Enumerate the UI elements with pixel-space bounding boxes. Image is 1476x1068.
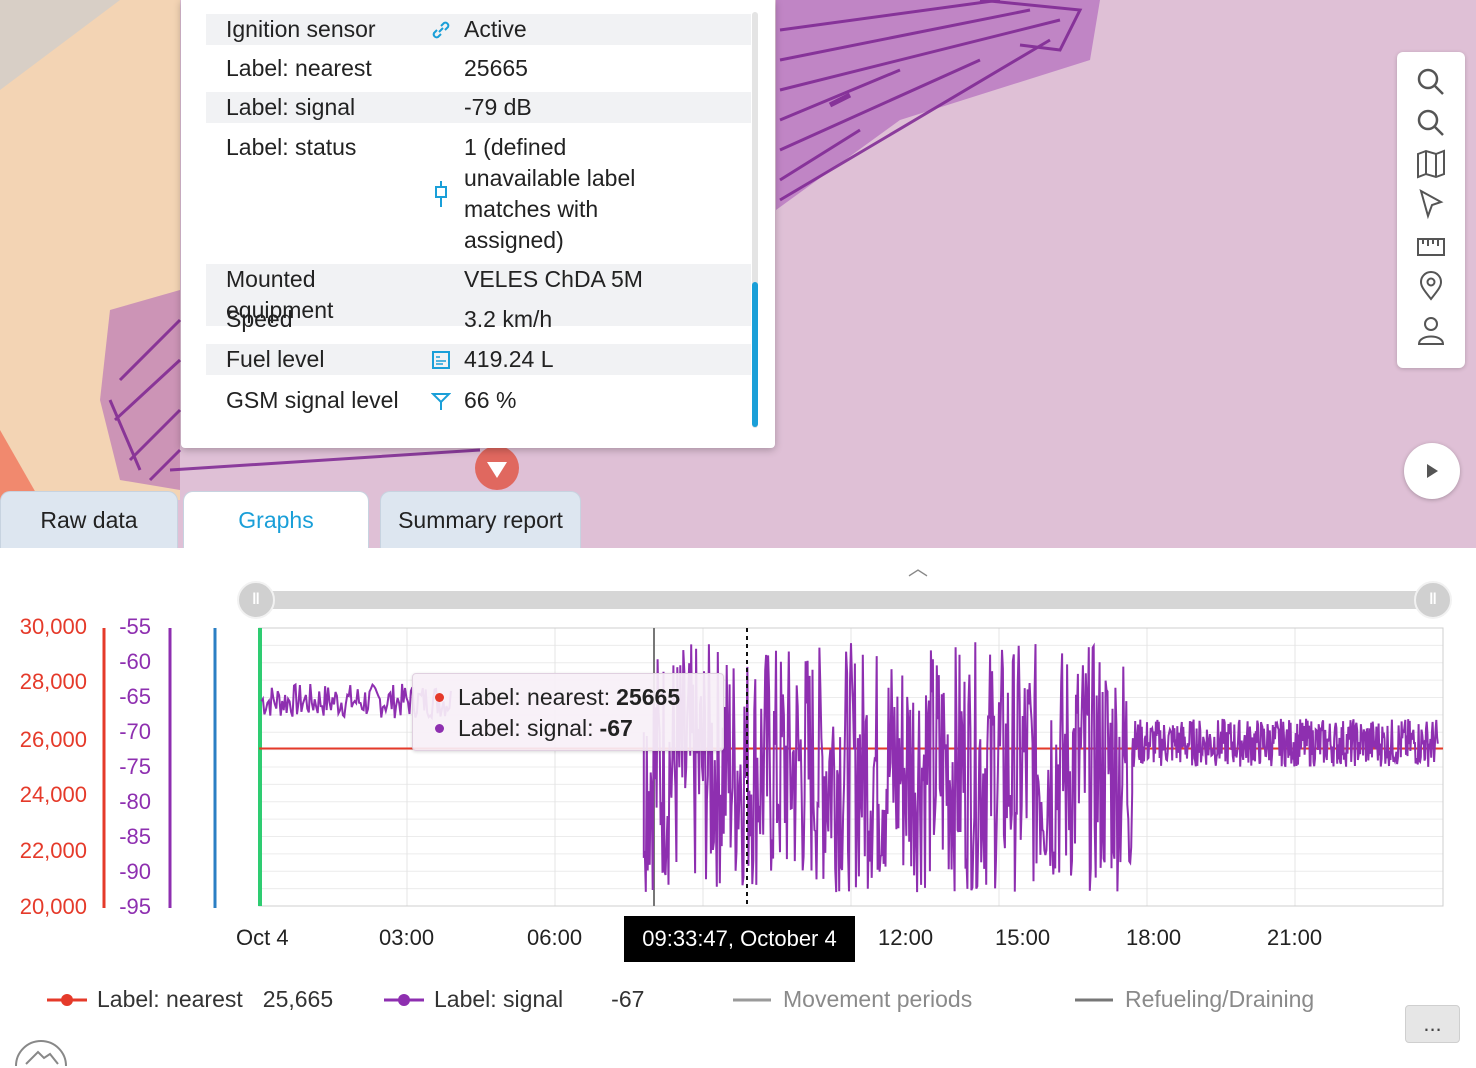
legend-marker-icon [733, 998, 771, 1001]
row-icon-slot [418, 92, 464, 123]
legend-value: 25,665 [262, 986, 334, 1012]
x-tick: 18:00 [1126, 925, 1182, 950]
cursor-time-badge: 09:33:47, October 4 [624, 916, 855, 962]
tab-graphs[interactable]: Graphs [183, 491, 369, 548]
signal-chart[interactable] [0, 600, 1476, 920]
row-label: Fuel level [226, 346, 325, 372]
legend-marker-icon [47, 993, 87, 1006]
legend-label: Label: nearest [97, 986, 243, 1012]
row-icon-slot [418, 53, 464, 84]
select-pointer-icon[interactable] [1415, 188, 1447, 220]
row-value: -79 dB [464, 94, 532, 120]
chart-tooltip: Label: nearest: 25665 Label: signal: -67 [412, 673, 724, 751]
x-tick: Oct 4 [236, 925, 289, 950]
plug-icon[interactable] [418, 132, 464, 256]
x-tick: 15:00 [995, 925, 1051, 950]
tooltip-value: -67 [599, 715, 633, 741]
x-tick: 03:00 [379, 925, 435, 950]
legend-item-refueling[interactable]: Refueling/Draining [1075, 986, 1314, 1013]
row-label: Label: signal [226, 94, 356, 120]
antenna-icon[interactable] [418, 385, 464, 416]
popup-row-nearest: Label: nearest 25665 [206, 53, 751, 84]
tooltip-label: Label: nearest: [458, 684, 611, 710]
legend-label: Refueling/Draining [1125, 986, 1315, 1012]
map-layers-icon[interactable] [1415, 148, 1447, 180]
popup-row-ignition: Ignition sensor Active [206, 14, 751, 45]
legend-item-movement[interactable]: Movement periods [733, 986, 972, 1013]
collapse-panel-icon[interactable]: ︿ [908, 552, 928, 581]
row-icon-slot [418, 304, 464, 335]
row-label: Label: status [226, 134, 357, 160]
link-icon[interactable] [418, 14, 464, 45]
popup-row-gsm: GSM signal level 66 % [206, 385, 751, 416]
popup-row-fuel: Fuel level 419.24 L [206, 344, 751, 375]
popup-row-status: Label: status 1 (defined unavailable lab… [206, 132, 751, 256]
x-tick: 21:00 [1267, 925, 1323, 950]
tooltip-label: Label: signal: [458, 715, 594, 741]
legend-marker-icon [1075, 998, 1113, 1001]
popup-scrollbar-thumb[interactable] [752, 282, 758, 427]
tab-raw-data[interactable]: Raw data [0, 491, 178, 548]
legend-value: -67 [611, 986, 645, 1012]
legend-label: Movement periods [783, 986, 973, 1012]
row-value: 25665 [464, 55, 528, 81]
user-icon[interactable] [1415, 314, 1447, 346]
row-label: GSM signal level [226, 387, 399, 413]
row-value: 1 (defined unavailable label matches wit… [464, 134, 636, 253]
ruler-icon[interactable] [1415, 229, 1447, 261]
play-icon [1427, 464, 1438, 478]
row-label: Label: nearest [226, 55, 372, 81]
series-dot-icon [435, 693, 444, 702]
row-label: Speed [226, 306, 293, 332]
play-track-button[interactable] [1404, 443, 1460, 499]
row-label: Ignition sensor [226, 16, 376, 42]
legend-item-nearest[interactable]: Label: nearest 25,665 [47, 986, 333, 1013]
row-value: 3.2 km/h [464, 306, 553, 332]
legend-label: Label: signal [434, 986, 564, 1012]
fuel-sensor-icon[interactable] [418, 344, 464, 375]
location-pin-icon[interactable] [1415, 270, 1447, 302]
popup-row-signal: Label: signal -79 dB [206, 92, 751, 123]
zoom-in-icon[interactable] [1415, 66, 1447, 98]
x-tick: 12:00 [878, 925, 934, 950]
row-value: 66 % [464, 387, 517, 413]
more-options-button[interactable]: ... [1405, 1005, 1460, 1043]
mountain-logo-icon [15, 1040, 67, 1067]
tab-summary-report[interactable]: Summary report [380, 491, 581, 548]
tooltip-row-nearest: Label: nearest: 25665 [435, 684, 680, 711]
tooltip-value: 25665 [616, 684, 681, 710]
legend-item-signal[interactable]: Label: signal -67 [384, 986, 644, 1013]
row-value: 419.24 L [464, 346, 554, 372]
zoom-out-icon[interactable] [1415, 107, 1447, 139]
popup-row-speed: Speed 3.2 km/h [206, 304, 751, 335]
unit-info-popup: Ignition sensor Active Label: nearest 25… [181, 0, 775, 448]
legend-marker-icon [384, 993, 424, 1006]
map-toolbar [1397, 52, 1465, 368]
tooltip-row-signal: Label: signal: -67 [435, 715, 633, 742]
x-tick: 06:00 [527, 925, 583, 950]
series-dot-icon [435, 724, 444, 733]
row-value: Active [464, 16, 527, 42]
